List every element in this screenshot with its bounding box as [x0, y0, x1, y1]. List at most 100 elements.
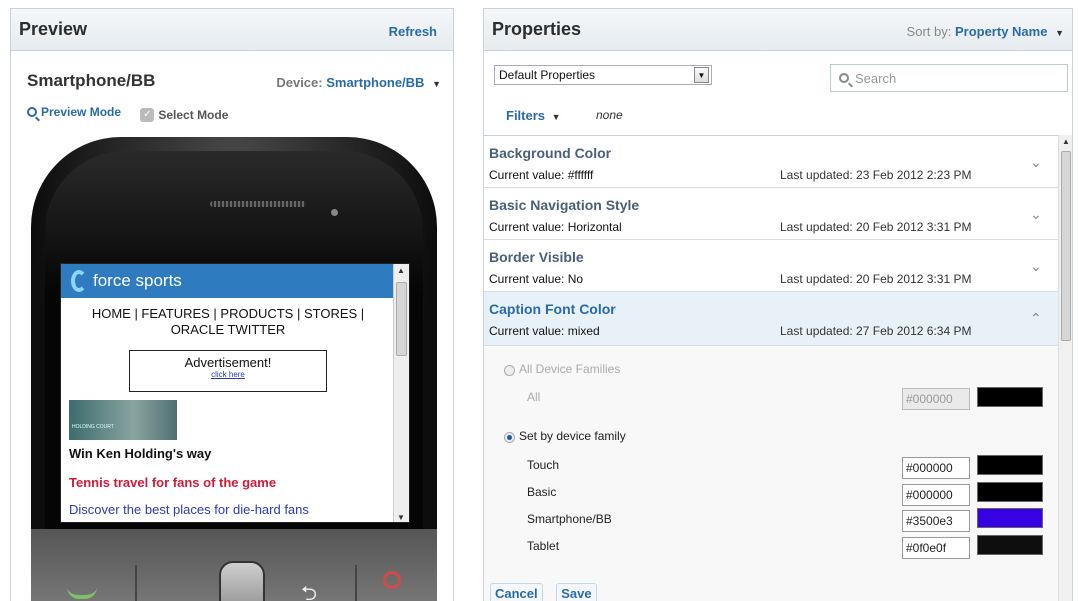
screen-scrollbar[interactable]: ▲ ▼: [393, 264, 409, 522]
filters-dropdown[interactable]: Filters ▼: [506, 108, 561, 123]
select-mode-label: Select Mode: [158, 108, 229, 122]
smartphone-color-field[interactable]: #3500e3: [902, 510, 970, 532]
ad-title: Advertisement!: [184, 355, 272, 370]
scroll-thumb[interactable]: [1061, 151, 1071, 341]
ad-link[interactable]: click here: [130, 370, 326, 379]
property-current-value: Current value: mixed: [489, 324, 600, 338]
set-by-family-radio[interactable]: [504, 432, 515, 443]
call-key-icon: [67, 587, 97, 599]
property-last-updated: Last updated: 20 Feb 2012 3:31 PM: [780, 272, 972, 286]
basic-color-field[interactable]: #000000: [902, 484, 970, 506]
property-last-updated: Last updated: 27 Feb 2012 6:34 PM: [780, 324, 972, 338]
filters-label: Filters: [506, 108, 546, 123]
property-set-select[interactable]: Default Properties ▼: [494, 65, 712, 85]
thumb-caption: HOLDING COURT: [72, 424, 114, 430]
property-list: Background Color Current value: #ffffff …: [484, 135, 1060, 601]
properties-scrollbar[interactable]: ▲: [1058, 135, 1072, 601]
chevron-down-icon: ▼: [551, 112, 561, 122]
search-input[interactable]: Search: [830, 64, 1068, 92]
touch-color-swatch[interactable]: [977, 455, 1043, 475]
property-name: Border Visible: [489, 249, 584, 265]
property-row[interactable]: Basic Navigation Style Current value: Ho…: [484, 188, 1060, 240]
set-by-family-label: Set by device family: [519, 429, 626, 443]
scroll-thumb[interactable]: [396, 282, 407, 356]
property-row-expanded[interactable]: Caption Font Color Current value: mixed …: [484, 292, 1060, 346]
scroll-down-icon[interactable]: ▼: [397, 513, 405, 522]
property-name: Caption Font Color: [489, 301, 616, 317]
screen-content: force sports HOME | FEATURES | PRODUCTS …: [61, 264, 395, 522]
chevron-down-icon: ▼: [432, 79, 441, 89]
select-check-icon: ✓: [140, 108, 155, 122]
mode-toggle: Preview Mode ✓ Select Mode: [27, 105, 244, 122]
keypad-divider: [135, 565, 137, 601]
save-button[interactable]: Save: [556, 583, 597, 601]
chevron-down-icon: ▼: [1055, 28, 1064, 38]
property-name: Background Color: [489, 145, 612, 161]
screen-banner: force sports: [61, 264, 395, 298]
phone-keypad: ⮌: [31, 529, 437, 601]
family-label-touch: Touch: [527, 458, 560, 472]
basic-color-swatch[interactable]: [977, 482, 1043, 502]
brand-logo-icon: [71, 270, 87, 292]
preview-mode-button[interactable]: Preview Mode: [27, 105, 121, 119]
keypad-divider: [355, 565, 357, 601]
tablet-color-field[interactable]: #0f0e0f: [902, 537, 970, 559]
article-link[interactable]: Discover the best places for die-hard fa…: [69, 502, 395, 517]
property-row[interactable]: Border Visible Current value: No Last up…: [484, 240, 1060, 292]
scroll-up-icon[interactable]: ▲: [1062, 137, 1070, 146]
camera-dot: [331, 209, 338, 216]
article-thumbnail: HOLDING COURT: [69, 400, 177, 440]
property-set-value: Default Properties: [499, 68, 596, 82]
all-families-label: All Device Families: [519, 362, 621, 376]
speaker-grille: [210, 201, 306, 207]
action-bar: Cancel Save: [490, 583, 607, 601]
all-label: All: [527, 390, 541, 404]
chevron-up-icon[interactable]: ⌃: [1030, 310, 1042, 326]
cancel-button[interactable]: Cancel: [490, 583, 543, 601]
trackpad: [219, 561, 265, 601]
smartphone-color-swatch[interactable]: [977, 508, 1043, 528]
touch-color-field[interactable]: #000000: [902, 457, 970, 479]
family-label-smartphone: Smartphone/BB: [527, 512, 612, 526]
property-current-value: Current value: #ffffff: [489, 168, 594, 182]
device-name-heading: Smartphone/BB: [27, 71, 156, 90]
device-value: Smartphone/BB: [326, 75, 425, 90]
select-mode-button[interactable]: ✓ Select Mode: [140, 108, 228, 122]
family-label-basic: Basic: [527, 485, 557, 499]
preview-mode-label: Preview Mode: [41, 105, 122, 119]
property-last-updated: Last updated: 20 Feb 2012 3:31 PM: [780, 220, 972, 234]
chevron-down-icon[interactable]: ⌄: [1030, 258, 1042, 274]
all-families-radio[interactable]: [504, 365, 515, 376]
power-key-icon: [383, 571, 401, 589]
property-last-updated: Last updated: 23 Feb 2012 2:23 PM: [780, 168, 972, 182]
device-label: Device:: [276, 75, 323, 90]
article-subhead: Tennis travel for fans of the game: [69, 475, 277, 490]
properties-panel: Properties Sort by: Property Name ▼ Defa…: [483, 8, 1073, 601]
property-current-value: Current value: No: [489, 272, 584, 286]
scroll-up-icon[interactable]: ▲: [397, 266, 405, 275]
chevron-down-icon[interactable]: ⌄: [1030, 206, 1042, 222]
sort-label: Sort by:: [906, 24, 952, 39]
tablet-color-swatch[interactable]: [977, 535, 1043, 555]
article-headline: Win Ken Holding's way: [69, 446, 212, 461]
sort-dropdown[interactable]: Sort by: Property Name ▼: [907, 24, 1064, 39]
phone-screen: force sports HOME | FEATURES | PRODUCTS …: [60, 263, 410, 523]
back-key-icon: ⮌: [301, 583, 318, 601]
search-icon: [839, 73, 849, 83]
property-editor: All Device Families All #000000 Set by d…: [484, 347, 1060, 601]
properties-title: Properties: [492, 19, 582, 39]
properties-header: Properties Sort by: Property Name ▼: [484, 9, 1072, 51]
chevron-down-icon[interactable]: ⌄: [1030, 154, 1042, 170]
property-row[interactable]: Background Color Current value: #ffffff …: [484, 136, 1060, 188]
all-color-field[interactable]: #000000: [902, 388, 970, 410]
screen-nav[interactable]: HOME | FEATURES | PRODUCTS | STORES | OR…: [61, 298, 395, 338]
all-color-swatch[interactable]: [977, 387, 1043, 407]
advertisement-box: Advertisement! click here: [129, 350, 327, 392]
preview-header: Preview Refresh: [11, 9, 453, 51]
filters-value: none: [596, 108, 623, 122]
brand-name: force sports: [93, 271, 182, 290]
sort-value: Property Name: [954, 24, 1048, 39]
magnifier-icon: [27, 107, 37, 117]
refresh-link[interactable]: Refresh: [389, 24, 437, 39]
device-dropdown[interactable]: Device: Smartphone/BB ▼: [276, 75, 441, 90]
